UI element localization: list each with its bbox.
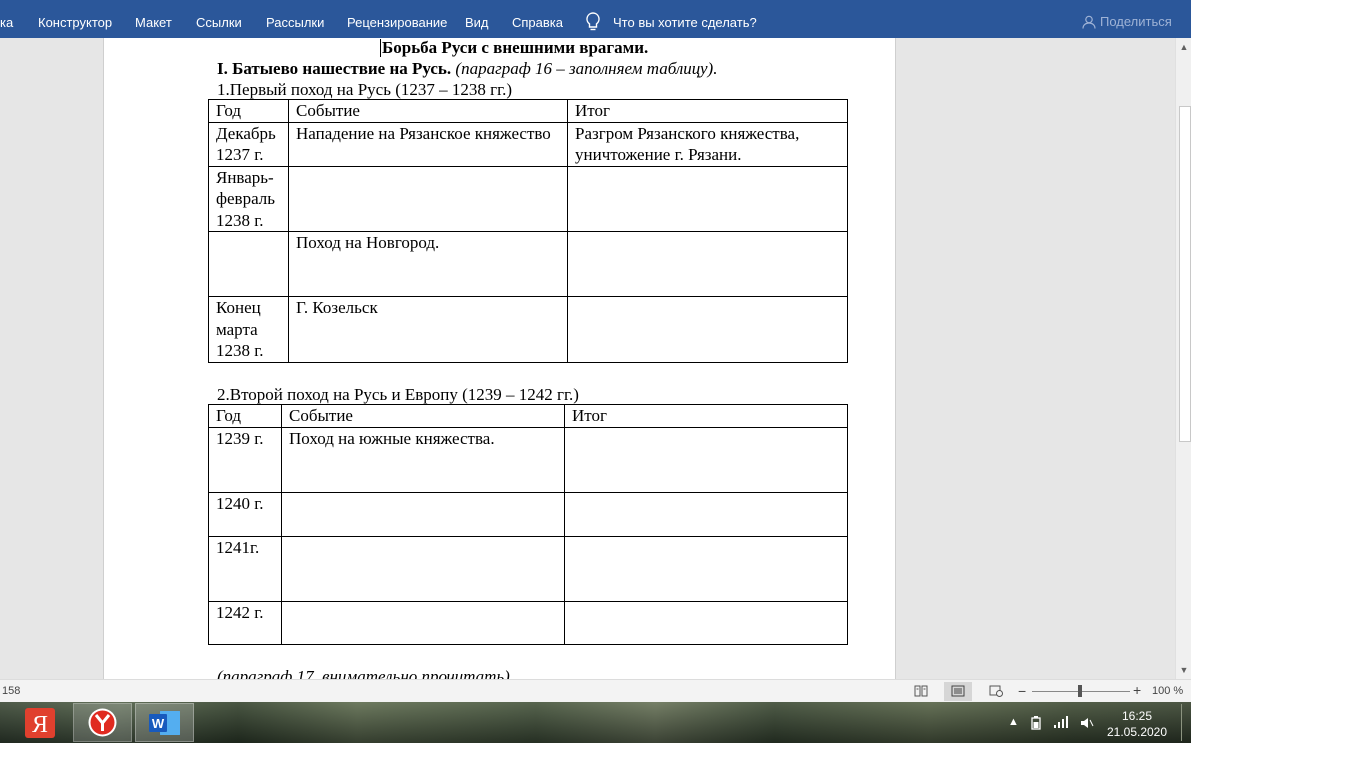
zoom-level[interactable]: 100 % xyxy=(1152,685,1183,697)
tray-expand-icon[interactable]: ▲ xyxy=(1008,716,1019,728)
person-icon xyxy=(1082,15,1096,29)
table-cell[interactable] xyxy=(281,535,565,602)
table-cell[interactable]: 1239 г. xyxy=(208,426,282,493)
second-campaign-table: Год Событие Итог 1239 г. Поход на южные … xyxy=(208,404,848,645)
tab-mailings[interactable]: Рассылки xyxy=(266,15,324,30)
scroll-thumb[interactable] xyxy=(1179,106,1191,442)
table-cell[interactable]: Конец марта 1238 г. xyxy=(208,296,289,363)
table-cell[interactable]: Декабрь 1237 г. xyxy=(208,121,289,167)
paragraph17-note: (параграф 17, внимательно прочитать) xyxy=(217,667,510,679)
tab-layout[interactable]: Макет xyxy=(135,15,172,30)
table-header-row: Год Событие Итог xyxy=(208,99,848,123)
table-cell[interactable] xyxy=(564,491,848,537)
table-cell[interactable]: 1242 г. xyxy=(208,600,282,645)
web-layout-icon xyxy=(989,685,1003,697)
header-cell-year[interactable]: Год xyxy=(208,404,282,428)
word-icon: W xyxy=(149,711,180,735)
screen-blank-area xyxy=(1191,0,1366,768)
table-cell[interactable] xyxy=(564,426,848,493)
print-layout-button[interactable] xyxy=(944,682,972,701)
clock[interactable]: 16:25 21.05.2020 xyxy=(1106,708,1168,740)
tab-review[interactable]: Рецензирование xyxy=(347,15,447,30)
header-cell-result[interactable]: Итог xyxy=(567,99,848,123)
table-cell[interactable]: 1240 г. xyxy=(208,491,282,537)
table-cell[interactable] xyxy=(208,231,289,297)
volume-icon[interactable] xyxy=(1080,716,1094,730)
document-title: Борьба Руси с внешними врагами. xyxy=(379,38,649,57)
scroll-down-arrow-icon[interactable]: ▼ xyxy=(1176,662,1192,678)
network-icon[interactable] xyxy=(1053,716,1069,728)
header-cell-event[interactable]: Событие xyxy=(288,99,568,123)
tab-help[interactable]: Справка xyxy=(512,15,563,30)
table-row: Январь-февраль 1238 г. xyxy=(208,165,848,232)
battery-plug-icon[interactable] xyxy=(1029,716,1043,730)
taskbar: Я W ▲ 16:25 21.05.2020 xyxy=(0,702,1191,743)
header-cell-year[interactable]: Год xyxy=(208,99,289,123)
table-cell[interactable]: Разгром Рязанского княжества, уничтожени… xyxy=(567,121,848,167)
table-row: Конец марта 1238 г. Г. Козельск xyxy=(208,296,848,363)
book-icon xyxy=(914,685,928,697)
table-cell[interactable]: Поход на южные княжества. xyxy=(281,426,565,493)
screen-blank-area-bottom xyxy=(0,743,1191,768)
lightbulb-icon[interactable] xyxy=(584,11,602,33)
web-layout-button[interactable] xyxy=(982,682,1010,701)
zoom-out-button[interactable]: − xyxy=(1018,683,1026,699)
show-desktop-button[interactable] xyxy=(1181,704,1190,741)
tab-constructor[interactable]: Конструктор xyxy=(38,15,112,30)
table-header-row: Год Событие Итог xyxy=(208,404,848,428)
table-cell[interactable] xyxy=(567,231,848,297)
section-heading-note: (параграф 16 – заполняем таблицу). xyxy=(451,59,718,78)
svg-text:Я: Я xyxy=(32,712,48,738)
document-canvas[interactable]: Борьба Руси с внешними врагами. I. Батые… xyxy=(0,38,1175,679)
yandex-browser-button[interactable]: Я xyxy=(10,703,69,742)
campaign1-heading: 1.Первый поход на Русь (1237 – 1238 гг.) xyxy=(217,80,513,99)
document-page[interactable]: Борьба Руси с внешними врагами. I. Батые… xyxy=(103,38,896,679)
table-cell[interactable]: Поход на Новгород. xyxy=(288,231,568,297)
yandex-button[interactable] xyxy=(73,703,132,742)
table-row: Декабрь 1237 г. Нападение на Рязанское к… xyxy=(208,121,848,167)
first-campaign-table: Год Событие Итог Декабрь 1237 г. Нападен… xyxy=(208,99,848,363)
table-cell[interactable]: Январь-февраль 1238 г. xyxy=(208,165,289,232)
section-heading-bold: I. Батыево нашествие на Русь. xyxy=(217,59,452,78)
table-row: 1241г. xyxy=(208,535,848,602)
word-count[interactable]: 158 xyxy=(2,685,20,697)
svg-text:W: W xyxy=(152,716,165,731)
zoom-slider-thumb[interactable] xyxy=(1078,685,1082,697)
table-cell[interactable] xyxy=(567,165,848,232)
vertical-scrollbar[interactable]: ▲ ▼ xyxy=(1175,38,1192,679)
tab-references[interactable]: Ссылки xyxy=(196,15,242,30)
section-heading: I. Батыево нашествие на Русь. (параграф … xyxy=(217,59,717,79)
word-button[interactable]: W xyxy=(135,703,194,742)
table-row: 1239 г. Поход на южные княжества. xyxy=(208,426,848,493)
status-bar: 158 − + 100 % xyxy=(0,679,1191,703)
header-cell-event[interactable]: Событие xyxy=(281,404,565,428)
table-cell[interactable]: Г. Козельск xyxy=(288,296,568,363)
table-cell[interactable]: 1241г. xyxy=(208,535,282,602)
zoom-in-button[interactable]: + xyxy=(1133,682,1141,698)
table-row: Поход на Новгород. xyxy=(208,231,848,297)
table-row: 1240 г. xyxy=(208,491,848,537)
tell-me-search[interactable]: Что вы хотите сделать? xyxy=(613,15,757,30)
table-cell[interactable]: Нападение на Рязанское княжество xyxy=(288,121,568,167)
table-cell[interactable] xyxy=(564,600,848,645)
table-row: 1242 г. xyxy=(208,600,848,645)
share-label: Поделиться xyxy=(1100,14,1172,29)
campaign2-heading: 2.Второй поход на Русь и Европу (1239 – … xyxy=(217,385,579,404)
scroll-up-arrow-icon[interactable]: ▲ xyxy=(1176,39,1192,55)
table-cell[interactable] xyxy=(564,535,848,602)
page-layout-icon xyxy=(951,685,965,697)
table-cell[interactable] xyxy=(288,165,568,232)
tab-design-partial[interactable]: ка xyxy=(0,15,13,30)
table-cell[interactable] xyxy=(567,296,848,363)
tab-view[interactable]: Вид xyxy=(465,15,489,30)
yandex-browser-icon: Я xyxy=(25,708,55,738)
table-cell[interactable] xyxy=(281,491,565,537)
read-mode-button[interactable] xyxy=(907,682,935,701)
header-cell-result[interactable]: Итог xyxy=(564,404,848,428)
share-button[interactable]: Поделиться xyxy=(1082,14,1172,29)
table-cell[interactable] xyxy=(281,600,565,645)
yandex-icon xyxy=(88,708,117,737)
clock-time: 16:25 xyxy=(1121,709,1153,723)
clock-date: 21.05.2020 xyxy=(1106,725,1168,739)
